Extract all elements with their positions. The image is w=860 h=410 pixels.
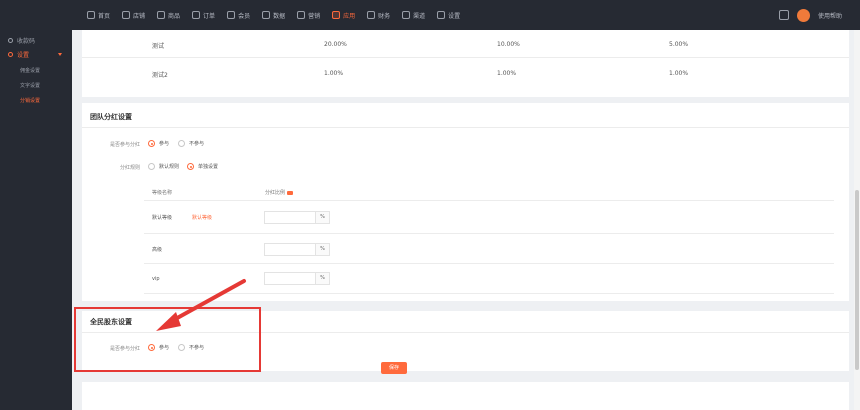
arrow-head-icon <box>156 312 181 331</box>
annotation-arrow <box>156 279 246 331</box>
arrow-shaft <box>168 279 246 324</box>
